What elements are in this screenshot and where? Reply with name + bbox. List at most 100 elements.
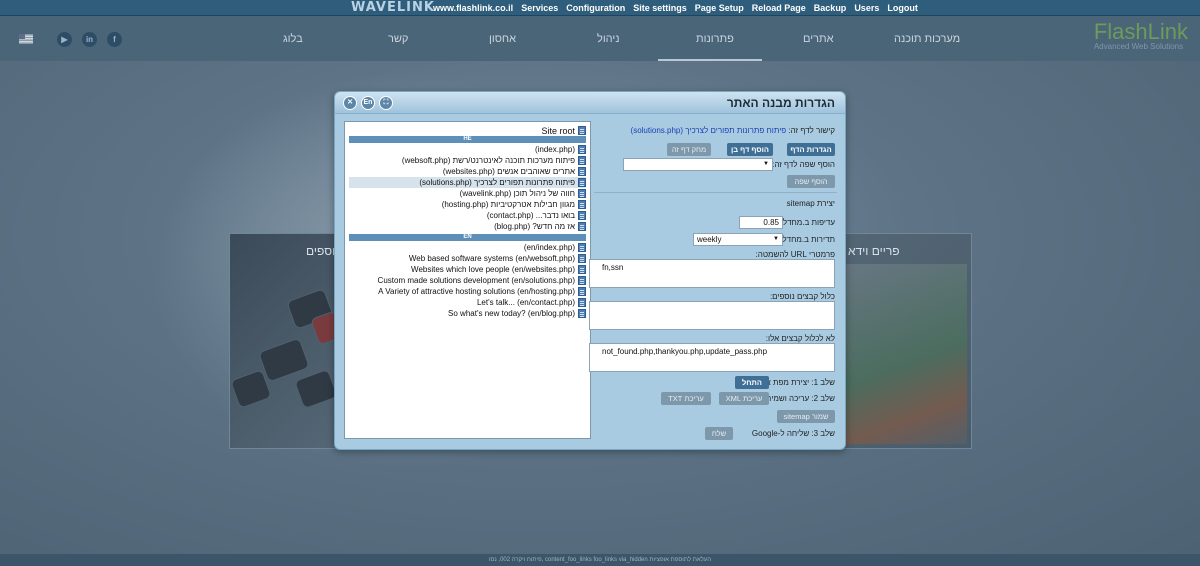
tree-item[interactable]: אז מה חדש? (blog.php) — [494, 221, 586, 232]
tree-root[interactable]: Site root — [541, 125, 586, 136]
tree-item[interactable]: אתרים שאוהבים אנשים (websites.php) — [443, 166, 586, 177]
page-icon — [578, 254, 586, 263]
page-icon — [578, 265, 586, 274]
delete-page-button[interactable]: מחק דף זה — [667, 143, 711, 156]
tree-item[interactable]: (en/index.php) — [524, 242, 586, 253]
page-settings-button[interactable]: הגדרות הדף — [787, 143, 835, 156]
tree-item[interactable]: חווה של ניהול תוכן (wavelink.php) — [460, 188, 586, 199]
facebook-icon[interactable]: f — [107, 32, 122, 47]
add-language-label: הוסף שפה לדף זה: — [772, 160, 835, 169]
send-to-google-button[interactable]: שלח — [705, 427, 733, 440]
tree-item-label: Let's talk... (en/contact.php) — [476, 298, 575, 307]
tree-item-label: אתרים שאוהבים אנשים (websites.php) — [442, 167, 575, 176]
tree-item-selected[interactable]: פיתוח פתרונות תפורים לצרכיך (solutions.p… — [349, 177, 586, 188]
brand-logo[interactable]: FlashLink Advanced Web Solutions — [1094, 21, 1188, 52]
include-files-label: כלול קבצים נוספים: — [769, 292, 835, 301]
page-icon — [578, 309, 586, 318]
close-icon[interactable]: ✕ — [343, 96, 357, 110]
fullscreen-icon[interactable]: ⛶ — [379, 96, 393, 110]
tree-item[interactable]: (index.php) — [535, 144, 586, 155]
divider — [594, 192, 837, 193]
include-files-textarea[interactable] — [589, 301, 835, 330]
admin-menu-configuration[interactable]: Configuration — [566, 0, 625, 16]
add-child-page-button[interactable]: הוסף דף בן — [727, 143, 773, 156]
page-icon — [578, 298, 586, 307]
page-icon — [578, 287, 586, 296]
youtube-icon[interactable]: ▶ — [57, 32, 72, 47]
page-link-row: קישור לדף זה: פיתוח פתרונות תפורים לצרכי… — [631, 126, 835, 135]
page-icon — [578, 156, 586, 165]
add-language-button[interactable]: הוסף שפה — [787, 175, 835, 188]
tree-item-label: So what's new today? (en/blog.php) — [448, 309, 575, 318]
admin-menu-logout[interactable]: Logout — [887, 0, 918, 16]
keyboard-key — [257, 337, 311, 383]
chevron-down-icon: ▼ — [773, 236, 779, 242]
tree-item[interactable]: פיתוח מערכות תוכנה לאינטרנט/רשת (websoft… — [402, 155, 586, 166]
admin-menu-backup[interactable]: Backup — [814, 0, 847, 16]
page-icon — [578, 211, 586, 220]
tree-item[interactable]: מגוון חבילות אטרקטיביות (hosting.php) — [442, 199, 586, 210]
nav-software-systems[interactable]: מערכות תוכנה — [894, 33, 960, 45]
page-icon — [578, 243, 586, 252]
tree-item-label: A Variety of attractive hosting solution… — [378, 287, 575, 296]
admin-menu: www.flashlink.co.il Services Configurati… — [433, 0, 918, 16]
tree-item[interactable]: A Variety of attractive hosting solution… — [378, 286, 586, 297]
admin-menu-site-link[interactable]: www.flashlink.co.il — [433, 0, 513, 16]
tree-item-label: בואו נדבר... (contact.php) — [486, 211, 575, 220]
site-structure-dialog: ✕ En ⛶ הגדרות מבנה האתר Site root HE (in… — [334, 91, 846, 450]
add-language-select[interactable]: ▼ — [623, 158, 773, 171]
nav-solutions[interactable]: פתרונות — [696, 33, 734, 45]
nav-contact[interactable]: קשר — [388, 33, 408, 45]
site-tree: Site root HE (index.php) פיתוח מערכות תו… — [344, 121, 591, 439]
tree-item[interactable]: Web based software systems (en/websoft.p… — [409, 253, 586, 264]
default-frequency-select[interactable]: weekly ▼ — [693, 233, 783, 246]
nav-management[interactable]: ניהול — [597, 33, 620, 45]
tree-item[interactable]: Let's talk... (en/contact.php) — [477, 297, 586, 308]
keyboard-key — [293, 368, 339, 410]
linkedin-icon[interactable]: in — [82, 32, 97, 47]
language-en-button[interactable]: En — [361, 96, 375, 110]
tree-item-label: (index.php) — [534, 145, 575, 154]
admin-menu-users[interactable]: Users — [854, 0, 879, 16]
slider-label-right: פריים וידא — [848, 244, 900, 258]
save-sitemap-button[interactable]: שמור sitemap — [777, 410, 835, 423]
tree-item[interactable]: Websites which love people (en/websites.… — [411, 264, 586, 275]
page-icon — [578, 126, 586, 135]
tree-item-label: (en/index.php) — [523, 243, 575, 252]
tree-lang-he: HE — [349, 136, 586, 143]
exclude-files-label: לא לכלול קבצים אלו: — [765, 334, 835, 343]
page-icon — [578, 222, 586, 231]
tree-item-label: אז מה חדש? (blog.php) — [494, 222, 575, 231]
admin-menu-site-settings[interactable]: Site settings — [633, 0, 687, 16]
exclude-files-textarea[interactable]: not_found.php,thankyou.php,update_pass.p… — [589, 343, 835, 372]
step2-label: שלב 2: עריכה ושמירה — [762, 394, 835, 403]
admin-menu-page-setup[interactable]: Page Setup — [695, 0, 744, 16]
tree-item[interactable]: Custom made solutions development (en/so… — [378, 275, 586, 286]
nav-blog[interactable]: בלוג — [283, 33, 303, 45]
site-header: ▶ in f בלוג קשר אחסון ניהול פתרונות אתרי… — [0, 17, 1200, 61]
ignore-url-params-textarea[interactable]: fn,ssn — [589, 259, 835, 288]
tree-root-label: Site root — [541, 125, 575, 136]
tree-item[interactable]: בואו נדבר... (contact.php) — [487, 210, 586, 221]
page-icon — [578, 145, 586, 154]
sitemap-heading: יצירת sitemap — [786, 199, 835, 208]
tree-item[interactable]: So what's new today? (en/blog.php) — [448, 308, 586, 319]
tree-item-label: חווה של ניהול תוכן (wavelink.php) — [459, 189, 575, 198]
nav-websites[interactable]: אתרים — [803, 33, 833, 45]
page-link-value[interactable]: פיתוח פתרונות תפורים לצרכיך (solutions.p… — [631, 126, 787, 135]
chevron-down-icon: ▼ — [763, 161, 769, 167]
edit-txt-button[interactable]: עריכת TXT — [661, 392, 711, 405]
dialog-title: הגדרות מבנה האתר — [726, 96, 835, 110]
tree-item-label: מגוון חבילות אטרקטיביות (hosting.php) — [441, 200, 575, 209]
page-icon — [578, 276, 586, 285]
page-icon — [578, 189, 586, 198]
admin-menu-reload-page[interactable]: Reload Page — [752, 0, 806, 16]
nav-hosting[interactable]: אחסון — [489, 33, 516, 45]
admin-menu-services[interactable]: Services — [521, 0, 558, 16]
page-icon — [578, 167, 586, 176]
default-priority-input[interactable] — [739, 216, 783, 229]
us-flag-icon[interactable] — [19, 34, 33, 44]
edit-xml-button[interactable]: עריכת XML — [719, 392, 769, 405]
start-sitemap-button[interactable]: התחל — [735, 376, 769, 389]
admin-logo: WAVELINK — [351, 0, 435, 15]
